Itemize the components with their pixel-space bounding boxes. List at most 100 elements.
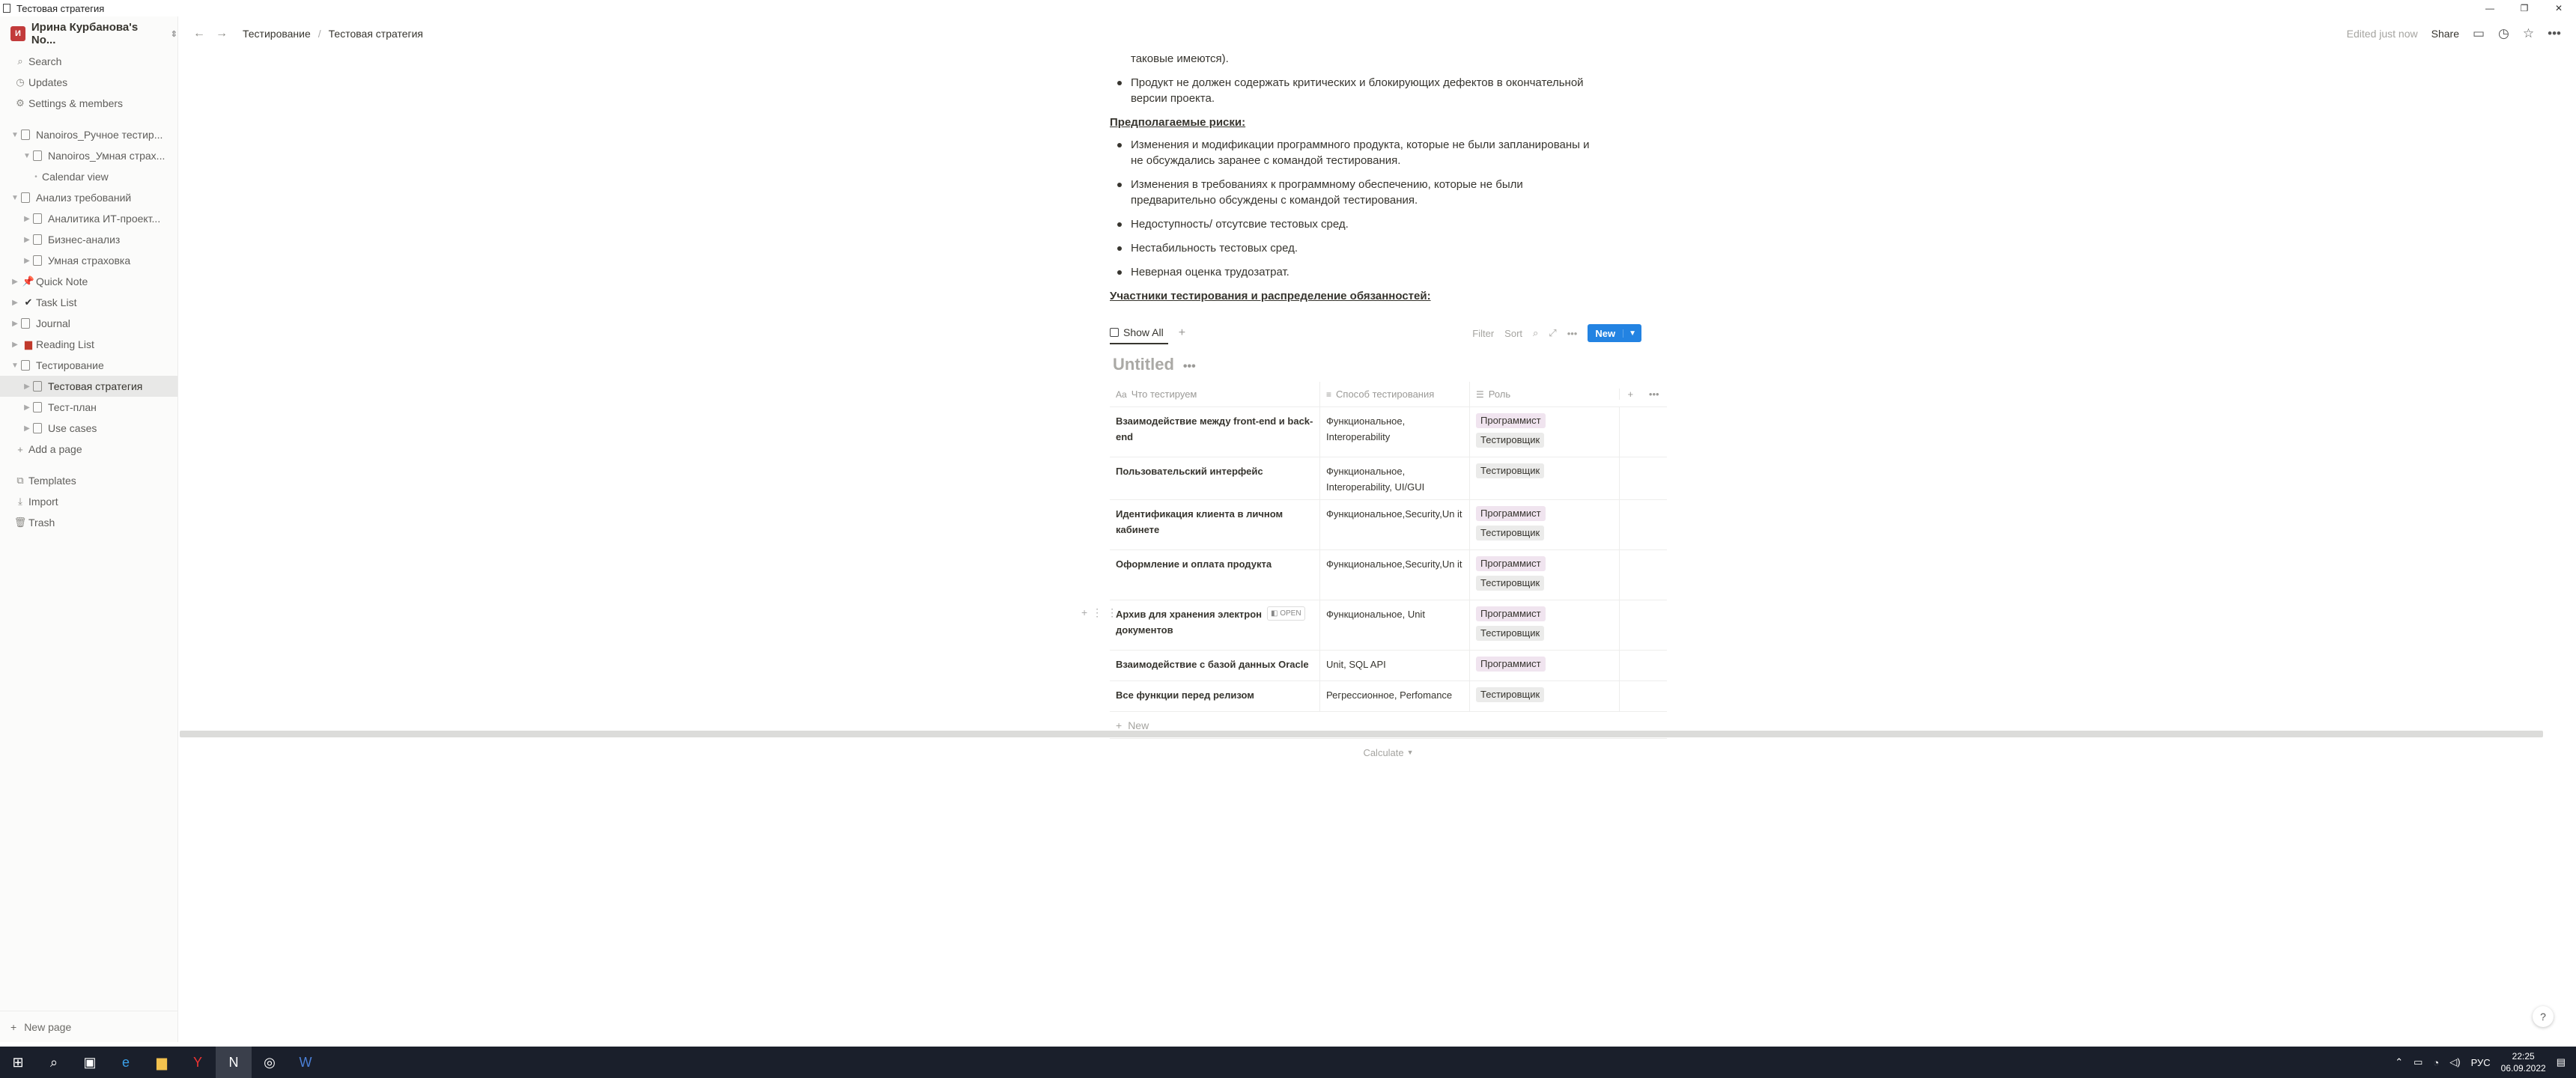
bullet-item[interactable]: Изменения и модификации программного про… xyxy=(1110,137,1679,168)
toggle-closed-icon[interactable]: ▶ xyxy=(21,236,33,244)
sidebar-item-smart-insurance[interactable]: ▶ Умная страховка xyxy=(0,250,177,271)
toggle-closed-icon[interactable]: ▶ xyxy=(21,404,33,412)
sort-button[interactable]: Sort xyxy=(1504,328,1522,339)
cell-how[interactable]: Функциональное,Security,Un it xyxy=(1319,550,1469,600)
sidebar-item-nanoiros-manual[interactable]: ▼ Nanoiros_Ручное тестир... xyxy=(0,124,177,145)
toggle-closed-icon[interactable]: ▶ xyxy=(21,383,33,391)
table-row[interactable]: Идентификация клиента в личном кабинете Ф… xyxy=(1110,500,1667,550)
edge-icon[interactable]: e xyxy=(108,1047,144,1078)
network-icon[interactable]: ▭ xyxy=(2414,1056,2422,1068)
cell-role[interactable]: Тестировщик xyxy=(1469,457,1619,499)
expand-icon[interactable]: ⤢ xyxy=(1549,327,1556,339)
sidebar-item-task-list[interactable]: ▶ ✔ Task List xyxy=(0,292,177,313)
sidebar-settings[interactable]: ⚙ Settings & members xyxy=(0,93,177,114)
add-view-icon[interactable]: + xyxy=(1179,326,1185,340)
cell-how[interactable]: Функциональное, Interoperability xyxy=(1319,407,1469,457)
bullet-item[interactable]: Нестабильность тестовых сред. xyxy=(1110,240,1679,256)
breadcrumb-testing[interactable]: Тестирование xyxy=(243,28,311,40)
clock[interactable]: 22:25 06.09.2022 xyxy=(2501,1050,2546,1074)
search-icon[interactable]: ⌕ xyxy=(36,1047,72,1078)
language-indicator[interactable]: РУС xyxy=(2471,1057,2491,1068)
back-arrow-icon[interactable]: ← xyxy=(193,27,216,40)
cell-how[interactable]: Регрессионное, Perfomance xyxy=(1319,681,1469,711)
sidebar-item-it-analytics[interactable]: ▶ Аналитика ИТ-проект... xyxy=(0,208,177,229)
cell-how[interactable]: Функциональное, Interoperability, UI/GUI xyxy=(1319,457,1469,499)
notion-icon[interactable]: N xyxy=(216,1047,252,1078)
star-icon[interactable]: ☆ xyxy=(2523,26,2534,41)
cell-how[interactable]: Unit, SQL API xyxy=(1319,651,1469,680)
toggle-closed-icon[interactable]: ▶ xyxy=(9,278,21,286)
open-row-button[interactable]: ◧ OPEN xyxy=(1267,606,1305,621)
column-header-what[interactable]: Aa Что тестируем xyxy=(1110,382,1319,407)
wifi-icon[interactable]: ◔ xyxy=(2433,1057,2439,1068)
column-header-how[interactable]: ≡ Способ тестирования xyxy=(1319,381,1469,407)
sidebar-updates[interactable]: ◷ Updates xyxy=(0,72,177,93)
add-column-icon[interactable]: + xyxy=(1627,389,1633,400)
sidebar-trash[interactable]: 🗑 Trash xyxy=(0,512,177,533)
sidebar-import[interactable]: ⤓ Import xyxy=(0,491,177,512)
minimize-icon[interactable]: — xyxy=(2473,0,2507,16)
sidebar-item-testing[interactable]: ▼ Тестирование xyxy=(0,355,177,376)
cell-what[interactable]: Все функции перед релизом xyxy=(1110,681,1319,711)
filter-button[interactable]: Filter xyxy=(1472,328,1494,339)
table-row[interactable]: Взаимодействие с базой данных Oracle Unit… xyxy=(1110,651,1667,681)
more-icon[interactable]: ••• xyxy=(1567,328,1578,339)
sidebar-item-business-analysis[interactable]: ▶ Бизнес-анализ xyxy=(0,229,177,250)
more-icon[interactable]: ••• xyxy=(1183,360,1196,373)
cell-what[interactable]: Оформление и оплата продукта xyxy=(1110,550,1319,600)
sidebar-item-calendar-view[interactable]: • Calendar view xyxy=(0,166,177,187)
toggle-open-icon[interactable]: ▼ xyxy=(21,152,33,160)
horizontal-scrollbar[interactable] xyxy=(180,731,2543,737)
toggle-closed-icon[interactable]: ▶ xyxy=(21,424,33,433)
drag-handle-icon[interactable]: +⋮⋮ xyxy=(1081,606,1122,619)
cell-what[interactable]: Идентификация клиента в личном кабинете xyxy=(1110,500,1319,549)
toggle-closed-icon[interactable]: ▶ xyxy=(9,341,21,349)
bullet-item[interactable]: Продукт не должен содержать критических … xyxy=(1110,75,1679,106)
toggle-open-icon[interactable]: ▼ xyxy=(9,362,21,370)
cell-what[interactable]: Взаимодействие с базой данных Oracle xyxy=(1110,651,1319,680)
cell-role[interactable]: Тестировщик xyxy=(1469,681,1619,711)
toggle-closed-icon[interactable]: ▶ xyxy=(21,257,33,265)
cell-role[interactable]: Программист Тестировщик xyxy=(1469,600,1619,650)
table-row[interactable]: Пользовательский интерфейс Функциональное… xyxy=(1110,457,1667,500)
workspace-switcher[interactable]: И Ирина Курбанова's No... ⇕ xyxy=(0,16,177,51)
bullet-item[interactable]: Недоступность/ отсутсвие тестовых сред. xyxy=(1110,216,1679,232)
more-icon[interactable]: ••• xyxy=(2548,26,2561,41)
new-page-button[interactable]: + New page xyxy=(0,1011,178,1042)
toggle-closed-icon[interactable]: ▶ xyxy=(21,215,33,223)
yandex-browser-icon[interactable]: Y xyxy=(180,1047,216,1078)
sidebar-add-page[interactable]: + Add a page xyxy=(0,439,177,460)
cell-role[interactable]: Программист Тестировщик xyxy=(1469,407,1619,457)
sidebar-item-journal[interactable]: ▶ Journal xyxy=(0,313,177,334)
cell-how[interactable]: Функциональное, Unit xyxy=(1319,600,1469,650)
calculate-button[interactable]: Calculate ▼ xyxy=(1110,739,1667,766)
start-icon[interactable]: ⊞ xyxy=(0,1047,36,1078)
section-heading-participants[interactable]: Участники тестирования и распределение о… xyxy=(1110,288,1679,304)
maximize-icon[interactable]: ❐ xyxy=(2507,0,2542,16)
toggle-open-icon[interactable]: ▼ xyxy=(9,194,21,202)
bullet-item[interactable]: Изменения в требованиях к программному о… xyxy=(1110,177,1679,208)
sidebar-item-quick-note[interactable]: ▶ 📌 Quick Note xyxy=(0,271,177,292)
table-row[interactable]: +⋮⋮ Архив для хранения электрон документо… xyxy=(1081,600,1667,651)
breadcrumb-strategy[interactable]: Тестовая стратегия xyxy=(329,28,423,40)
sidebar-item-use-cases[interactable]: ▶ Use cases xyxy=(0,418,177,439)
share-button[interactable]: Share xyxy=(2431,28,2459,40)
help-button[interactable]: ? xyxy=(2533,1006,2554,1027)
close-icon[interactable]: ✕ xyxy=(2542,0,2576,16)
sidebar-templates[interactable]: ⧉ Templates xyxy=(0,470,177,491)
table-row[interactable]: Оформление и оплата продукта Функциональн… xyxy=(1110,550,1667,600)
sidebar-item-test-plan[interactable]: ▶ Тест-план xyxy=(0,397,177,418)
table-row[interactable]: Все функции перед релизом Регрессионное, … xyxy=(1110,681,1667,712)
sidebar-item-requirements[interactable]: ▼ Анализ требований xyxy=(0,187,177,208)
cell-role[interactable]: Программист Тестировщик xyxy=(1469,550,1619,600)
task-view-icon[interactable]: ▣ xyxy=(72,1047,108,1078)
cell-how[interactable]: Функциональное,Security,Un it xyxy=(1319,500,1469,549)
forward-arrow-icon[interactable]: → xyxy=(216,27,238,40)
search-icon[interactable]: ⌕ xyxy=(1533,327,1538,339)
new-record-button[interactable]: New ▼ xyxy=(1588,324,1641,342)
volume-icon[interactable]: ◁) xyxy=(2449,1056,2460,1068)
database-title[interactable]: Untitled ••• xyxy=(1113,355,1196,374)
sidebar-item-reading-list[interactable]: ▶ ▆ Reading List xyxy=(0,334,177,355)
more-icon[interactable]: ••• xyxy=(1649,389,1659,400)
chevron-down-icon[interactable]: ▼ xyxy=(1623,329,1641,338)
